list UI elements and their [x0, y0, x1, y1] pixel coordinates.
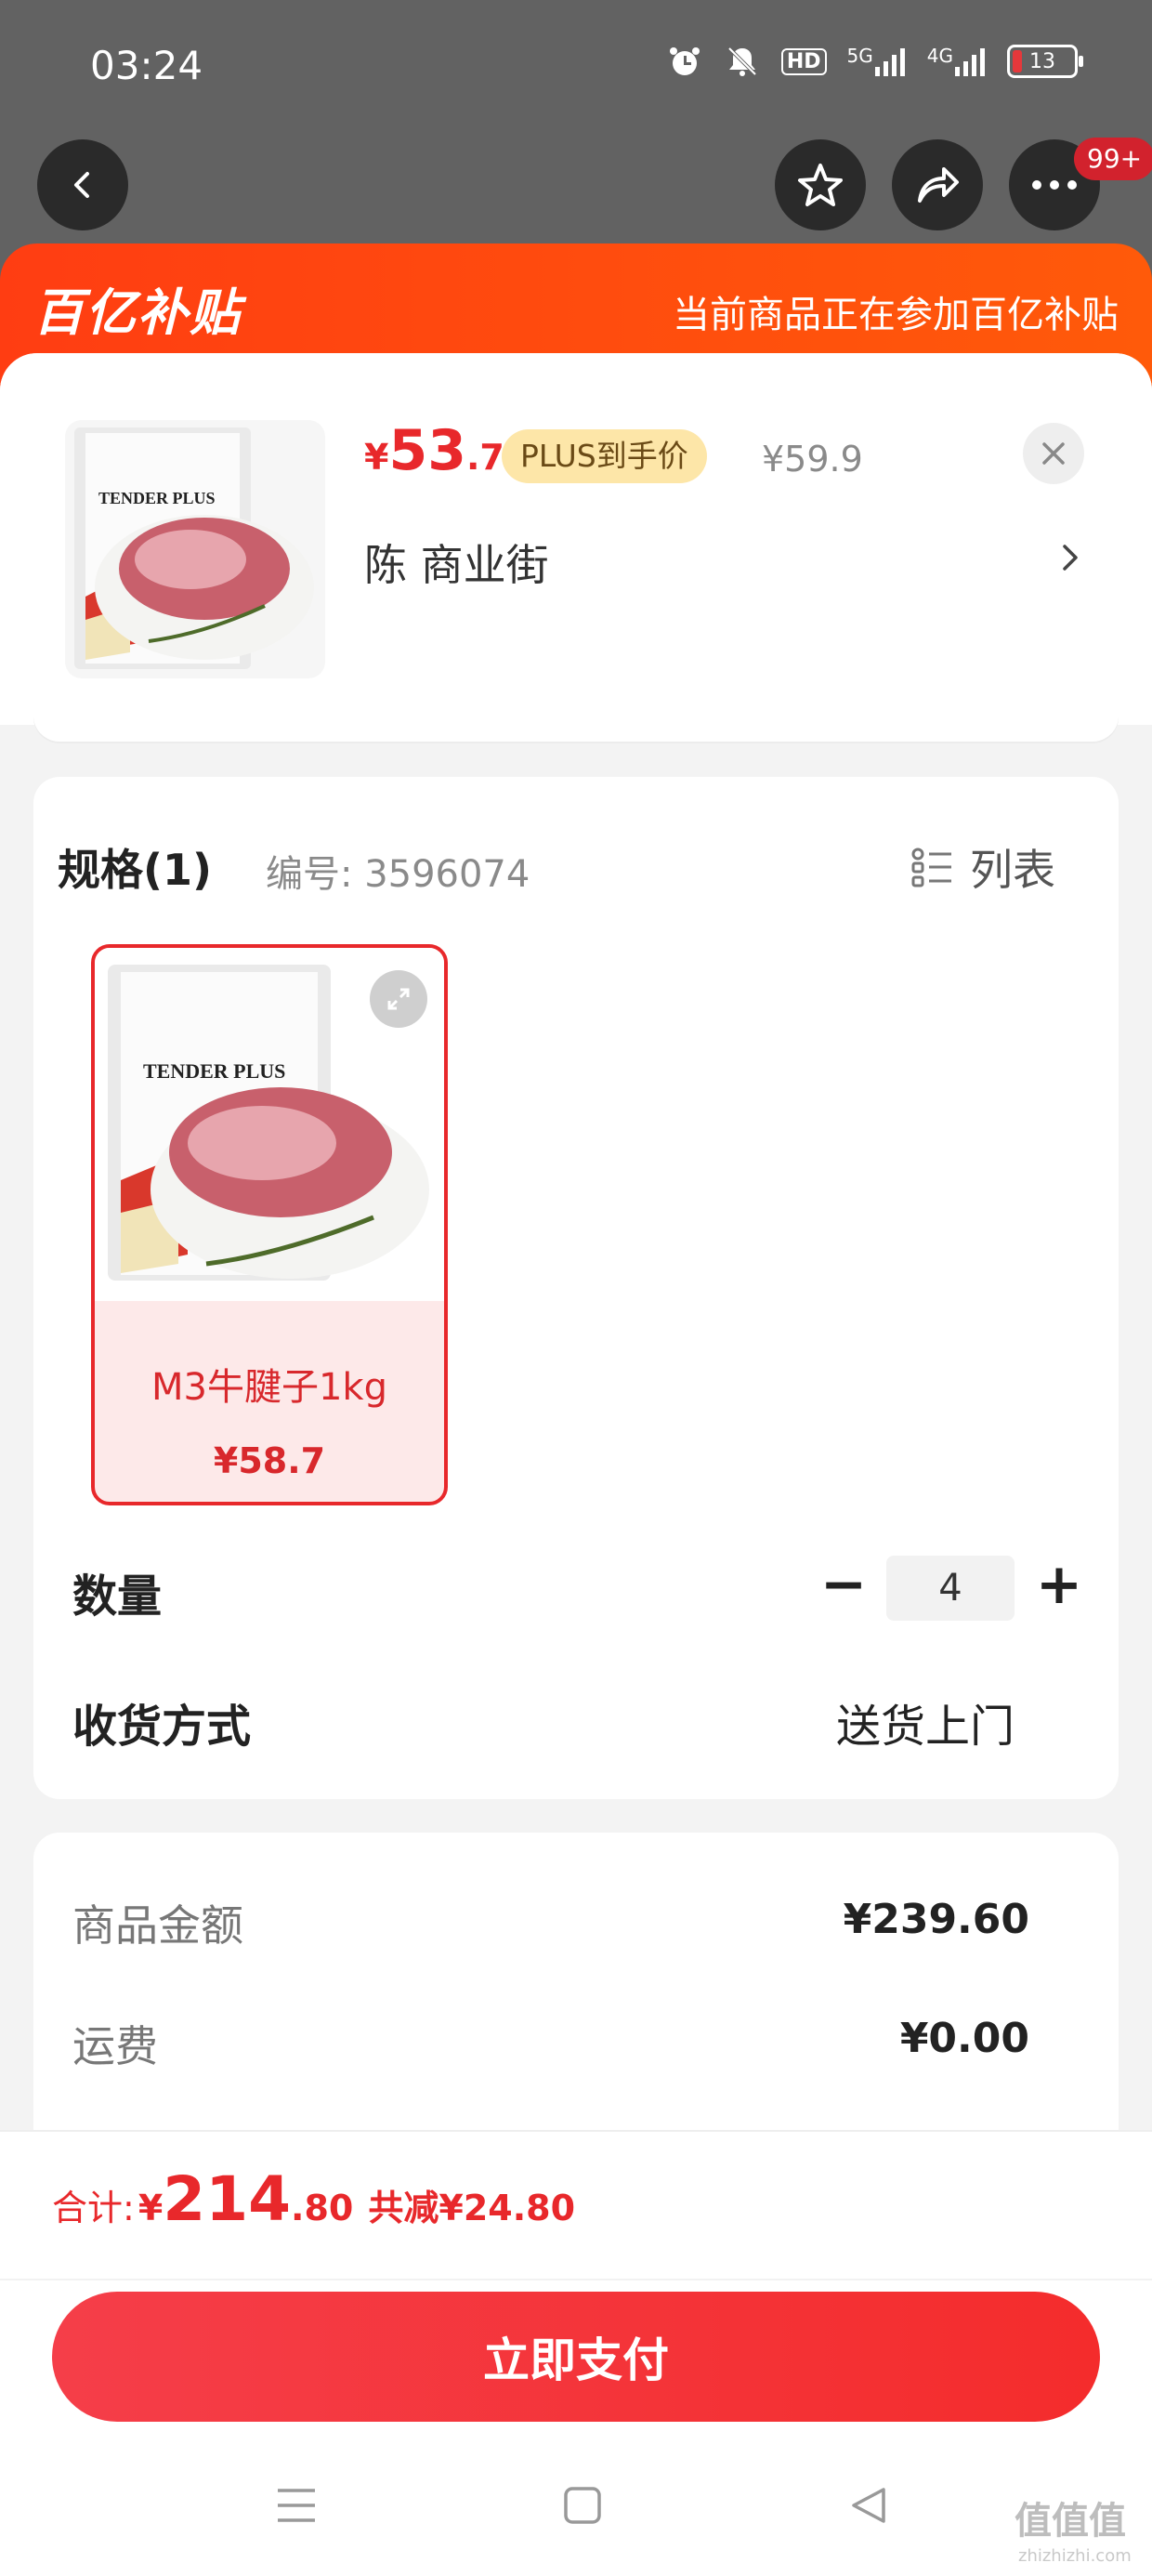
status-icons: HD 5G 4G 13	[666, 43, 1083, 80]
list-view-toggle[interactable]: 列表	[910, 836, 1055, 898]
alarm-icon	[666, 43, 703, 80]
home-nav-button[interactable]	[550, 2468, 615, 2543]
net-5g-label: 5G	[846, 45, 873, 67]
price-currency: ¥	[364, 437, 389, 478]
subsidy-text: 当前商品正在参加百亿补贴	[673, 294, 1119, 336]
header-divider	[33, 716, 1119, 742]
menu-nav-button[interactable]	[264, 2468, 329, 2543]
status-time: 03:24	[90, 43, 203, 88]
amount-card	[33, 1833, 1119, 2139]
list-icon	[911, 848, 951, 887]
quantity-plus-button[interactable]: +	[1031, 1552, 1087, 1617]
star-icon	[798, 164, 843, 206]
favorite-button[interactable]	[775, 139, 866, 230]
spec-option-name: M3牛腱子1kg	[151, 1366, 387, 1409]
spec-title: 规格(1)	[58, 845, 213, 895]
battery-icon: 13	[1007, 45, 1083, 78]
quantity-minus-button[interactable]: −	[818, 1552, 870, 1617]
goods-amount-label: 商品金额	[72, 1900, 243, 1951]
total-integer: 214	[163, 2163, 292, 2235]
quantity-value[interactable]: 4	[886, 1556, 1015, 1621]
order-total: 合计: ¥ 214 .80 共减¥24.80	[52, 2163, 575, 2235]
signal-4g-icon: 4G	[927, 45, 987, 78]
expand-image-button[interactable]	[370, 970, 427, 1028]
watermark: 值值值	[1015, 2500, 1126, 2543]
chevron-left-icon	[74, 172, 89, 198]
product-thumbnail[interactable]: TENDER PLUS	[65, 420, 325, 678]
thumb-brand: TENDER PLUS	[98, 489, 216, 507]
more-dots-icon	[1032, 180, 1077, 190]
total-currency: ¥	[137, 2188, 164, 2228]
expand-icon	[387, 988, 410, 1010]
subsidy-logo: 百亿补贴	[33, 283, 242, 342]
net-4g-label: 4G	[926, 45, 953, 67]
original-price: ¥59.9	[762, 439, 863, 480]
product-price: ¥53.7	[364, 418, 504, 483]
total-decimal: .80	[291, 2188, 354, 2228]
price-decimal: .7	[465, 437, 504, 478]
home-square-icon	[564, 2487, 601, 2524]
shop-name[interactable]: 陈 商业街	[364, 532, 549, 593]
mute-bell-icon	[724, 43, 761, 80]
signal-5g-icon: 5G	[847, 45, 907, 78]
chevron-right-icon[interactable]	[1059, 539, 1081, 586]
price-integer: 53	[388, 418, 466, 483]
total-saving: 共减¥24.80	[368, 2188, 576, 2228]
delivery-label: 收货方式	[72, 1701, 252, 1753]
battery-level: 13	[1029, 49, 1055, 73]
spec-number: 编号: 3596074	[266, 853, 530, 896]
menu-icon	[278, 2489, 315, 2522]
close-icon	[1042, 442, 1065, 465]
spec-option[interactable]: TENDER PLUS M3牛腱子1kg ¥58.7	[91, 944, 448, 1505]
delivery-method[interactable]: 送货上门	[836, 1689, 1015, 1755]
close-button[interactable]	[1023, 423, 1084, 484]
back-button[interactable]	[37, 139, 128, 230]
status-bar: 03:24 HD 5G 4G 13	[0, 0, 1152, 139]
hd-icon: HD	[780, 47, 827, 75]
plus-price-tag: PLUS到手价	[502, 429, 707, 483]
message-badge: 99+	[1074, 138, 1152, 180]
back-nav-button[interactable]	[836, 2468, 901, 2543]
share-icon	[918, 167, 959, 203]
shipping-fee-label: 运费	[72, 2021, 158, 2071]
watermark-url: zhizhizhi.com	[1018, 2546, 1132, 2566]
share-button[interactable]	[892, 139, 983, 230]
spec-option-price: ¥58.7	[213, 1440, 326, 1481]
shipping-fee-value: ¥0.00	[899, 2015, 1029, 2062]
list-label: 列表	[970, 845, 1055, 895]
total-label: 合计:	[52, 2188, 135, 2228]
quantity-label: 数量	[72, 1571, 163, 1623]
triangle-back-icon	[852, 2488, 885, 2523]
pay-now-button[interactable]: 立即支付	[52, 2292, 1100, 2422]
spec-option-brand: TENDER PLUS	[143, 1059, 285, 1083]
goods-amount-value: ¥239.60	[843, 1896, 1029, 1943]
